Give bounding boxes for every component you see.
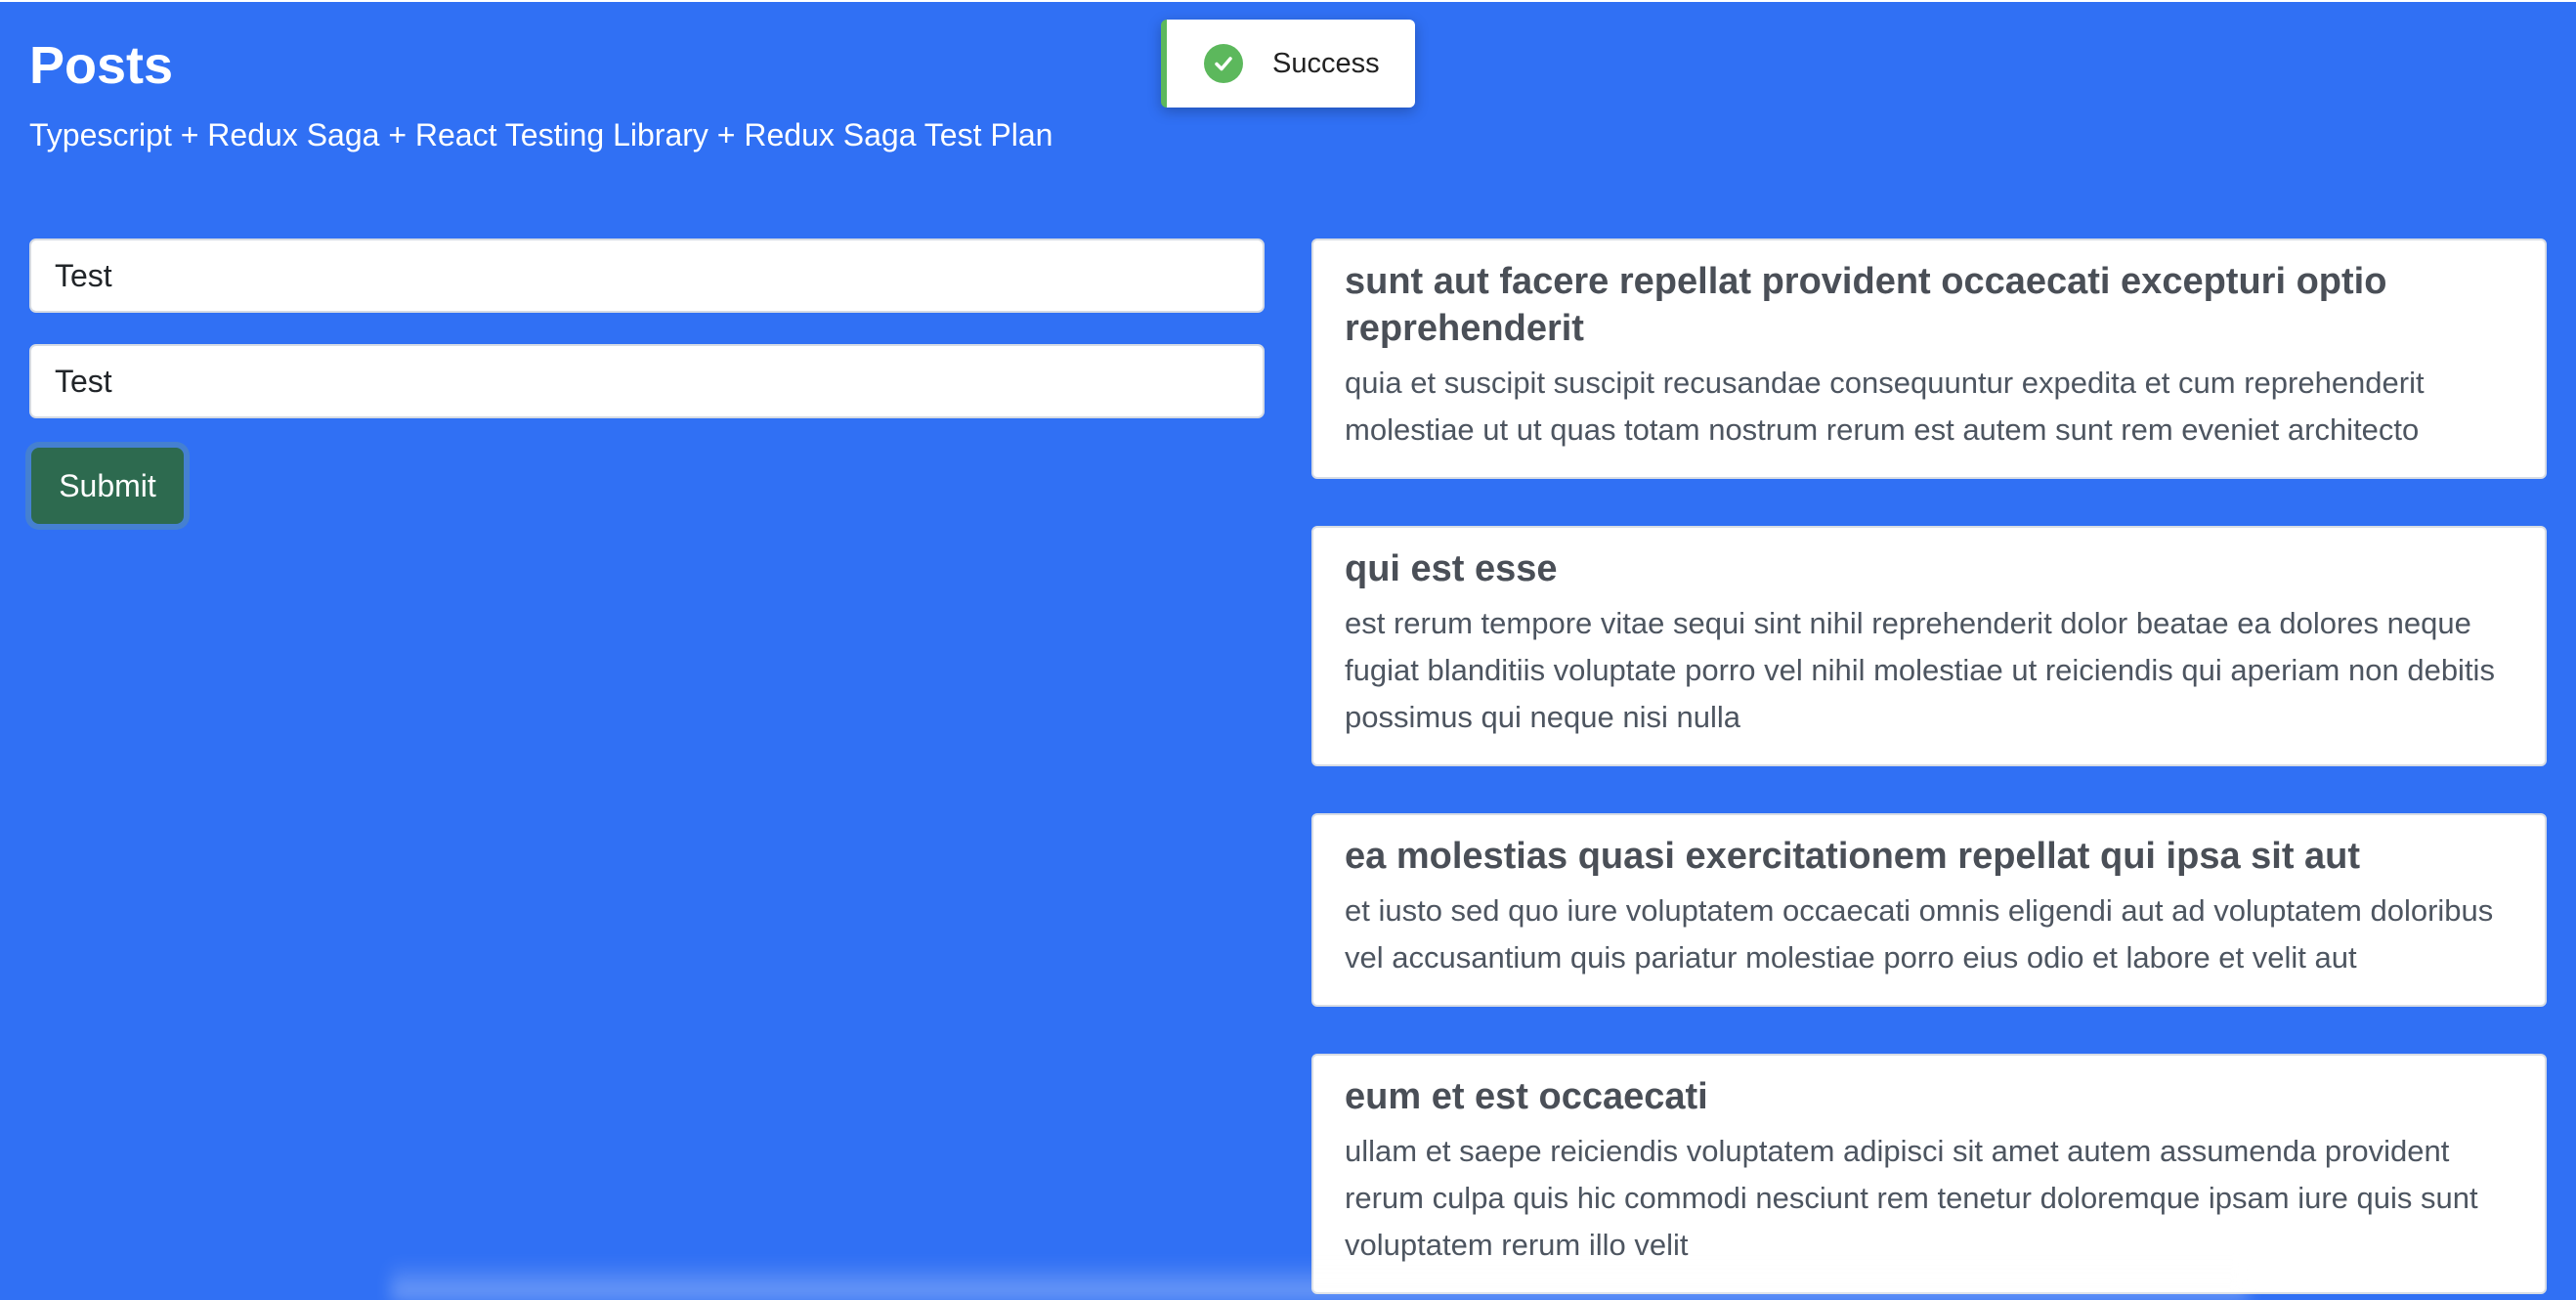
page-title: Posts xyxy=(29,36,174,95)
post-title: eum et est occaecati xyxy=(1345,1076,1708,1117)
page-header: Posts Typescript + Redux Saga + React Te… xyxy=(29,33,1052,152)
submit-button[interactable]: Submit xyxy=(31,448,184,524)
post-title: sunt aut facere repellat provident occae… xyxy=(1345,261,2387,349)
post-body: et iusto sed quo iure voluptatem occaeca… xyxy=(1345,893,2494,975)
post-body: quia et suscipit suscipit recusandae con… xyxy=(1345,366,2425,447)
posts-list: sunt aut facere repellat provident occae… xyxy=(1311,238,2547,1300)
page-subtitle: Typescript + Redux Saga + React Testing … xyxy=(29,117,1053,152)
check-circle-icon xyxy=(1204,44,1243,83)
post-card: eum et est occaecati ullam et saepe reic… xyxy=(1311,1054,2547,1294)
post-card: ea molestias quasi exercitationem repell… xyxy=(1311,813,2547,1007)
post-title: ea molestias quasi exercitationem repell… xyxy=(1345,836,2361,877)
post-form: Submit xyxy=(29,238,1265,524)
title-input[interactable] xyxy=(29,238,1265,313)
top-border xyxy=(0,0,2576,2)
post-card: sunt aut facere repellat provident occae… xyxy=(1311,238,2547,479)
submit-wrapper: Submit xyxy=(29,448,1265,524)
post-body: est rerum tempore vitae sequi sint nihil… xyxy=(1345,606,2495,734)
post-body: ullam et saepe reiciendis voluptatem adi… xyxy=(1345,1134,2478,1262)
success-toast[interactable]: Success xyxy=(1161,20,1415,108)
toast-message: Success xyxy=(1272,47,1380,79)
bottom-fade xyxy=(391,1261,2248,1300)
body-input[interactable] xyxy=(29,344,1265,418)
post-title: qui est esse xyxy=(1345,548,1558,589)
post-card: qui est esse est rerum tempore vitae seq… xyxy=(1311,526,2547,766)
